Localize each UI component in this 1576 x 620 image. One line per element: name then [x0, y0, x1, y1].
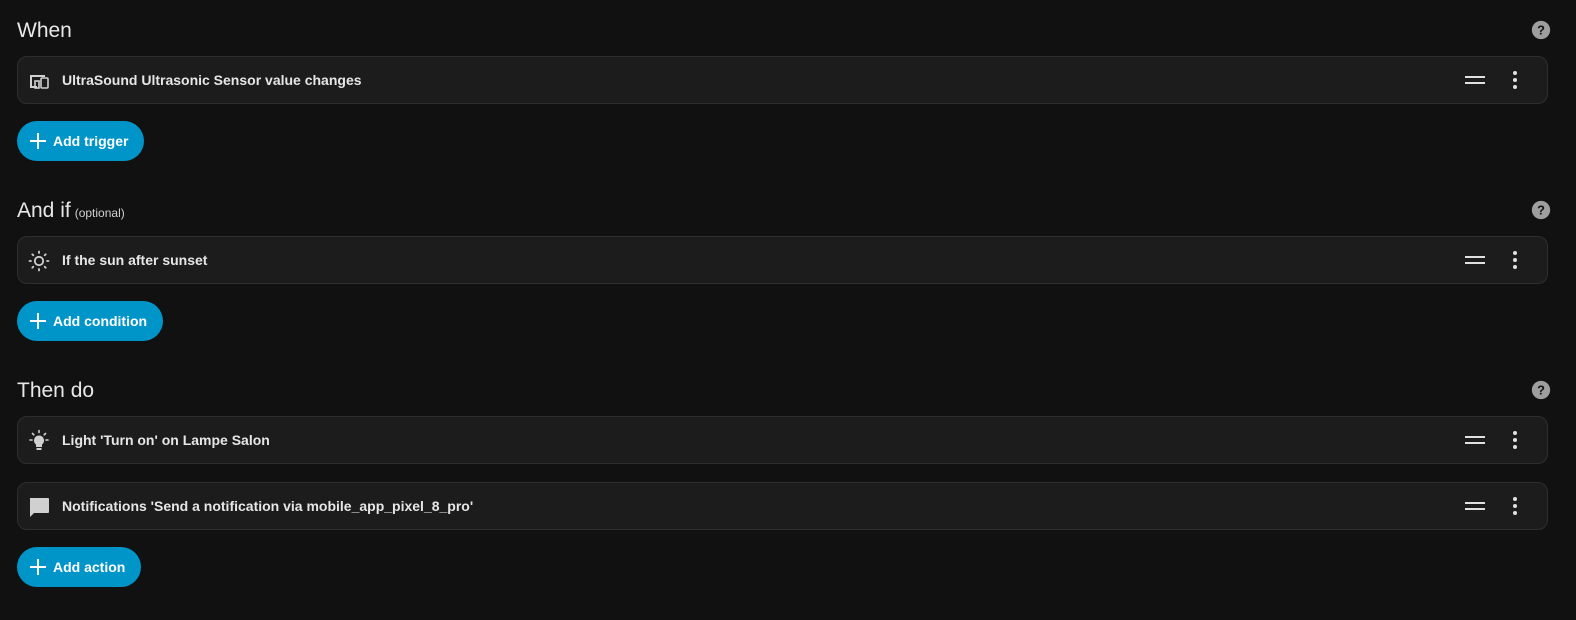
svg-text:?: ?: [1537, 383, 1545, 398]
optional-label: (optional): [74, 206, 125, 220]
more-vert-icon[interactable]: [1503, 70, 1527, 90]
help-icon[interactable]: ?: [1530, 379, 1552, 401]
add-trigger-label: Add trigger: [53, 133, 129, 149]
devices-icon: [30, 75, 49, 89]
actions-title: Then do: [17, 379, 95, 402]
action-label: Light 'Turn on' on Lampe Salon: [62, 432, 270, 448]
conditions-title-text: And if: [17, 199, 71, 222]
help-icon[interactable]: ?: [1530, 19, 1552, 41]
drag-handle-icon[interactable]: [1465, 73, 1485, 87]
action-row[interactable]: Notifications 'Send a notification via m…: [17, 482, 1548, 530]
help-icon[interactable]: ?: [1530, 199, 1552, 221]
drag-handle-icon[interactable]: [1465, 499, 1485, 513]
svg-text:?: ?: [1537, 23, 1545, 38]
trigger-label: UltraSound Ultrasonic Sensor value chang…: [62, 72, 362, 88]
plus-icon: [30, 559, 46, 575]
add-trigger-button[interactable]: Add trigger: [17, 121, 145, 161]
lightbulb-icon: [29, 429, 49, 450]
add-action-label: Add action: [53, 559, 126, 575]
more-vert-icon[interactable]: [1503, 496, 1527, 516]
triggers-title: When: [17, 19, 72, 42]
condition-row[interactable]: If the sun after sunset: [17, 236, 1548, 284]
add-action-button[interactable]: Add action: [17, 547, 142, 587]
more-vert-icon[interactable]: [1503, 430, 1527, 450]
add-condition-label: Add condition: [53, 313, 148, 329]
conditions-header: And if (optional) ?: [17, 196, 1551, 228]
action-label: Notifications 'Send a notification via m…: [62, 498, 474, 514]
sun-icon: [28, 250, 50, 272]
message-icon: [29, 498, 49, 517]
conditions-title: And if (optional): [17, 196, 125, 228]
trigger-row[interactable]: UltraSound Ultrasonic Sensor value chang…: [17, 56, 1548, 104]
drag-handle-icon[interactable]: [1465, 253, 1485, 267]
more-vert-icon[interactable]: [1503, 250, 1527, 270]
drag-handle-icon[interactable]: [1465, 433, 1485, 447]
actions-header: Then do ?: [17, 376, 1551, 406]
action-row[interactable]: Light 'Turn on' on Lampe Salon: [17, 416, 1548, 464]
svg-text:?: ?: [1537, 203, 1545, 218]
triggers-header: When ?: [17, 16, 1551, 46]
condition-label: If the sun after sunset: [62, 252, 208, 268]
add-condition-button[interactable]: Add condition: [17, 301, 164, 341]
plus-icon: [30, 133, 46, 149]
plus-icon: [30, 313, 46, 329]
